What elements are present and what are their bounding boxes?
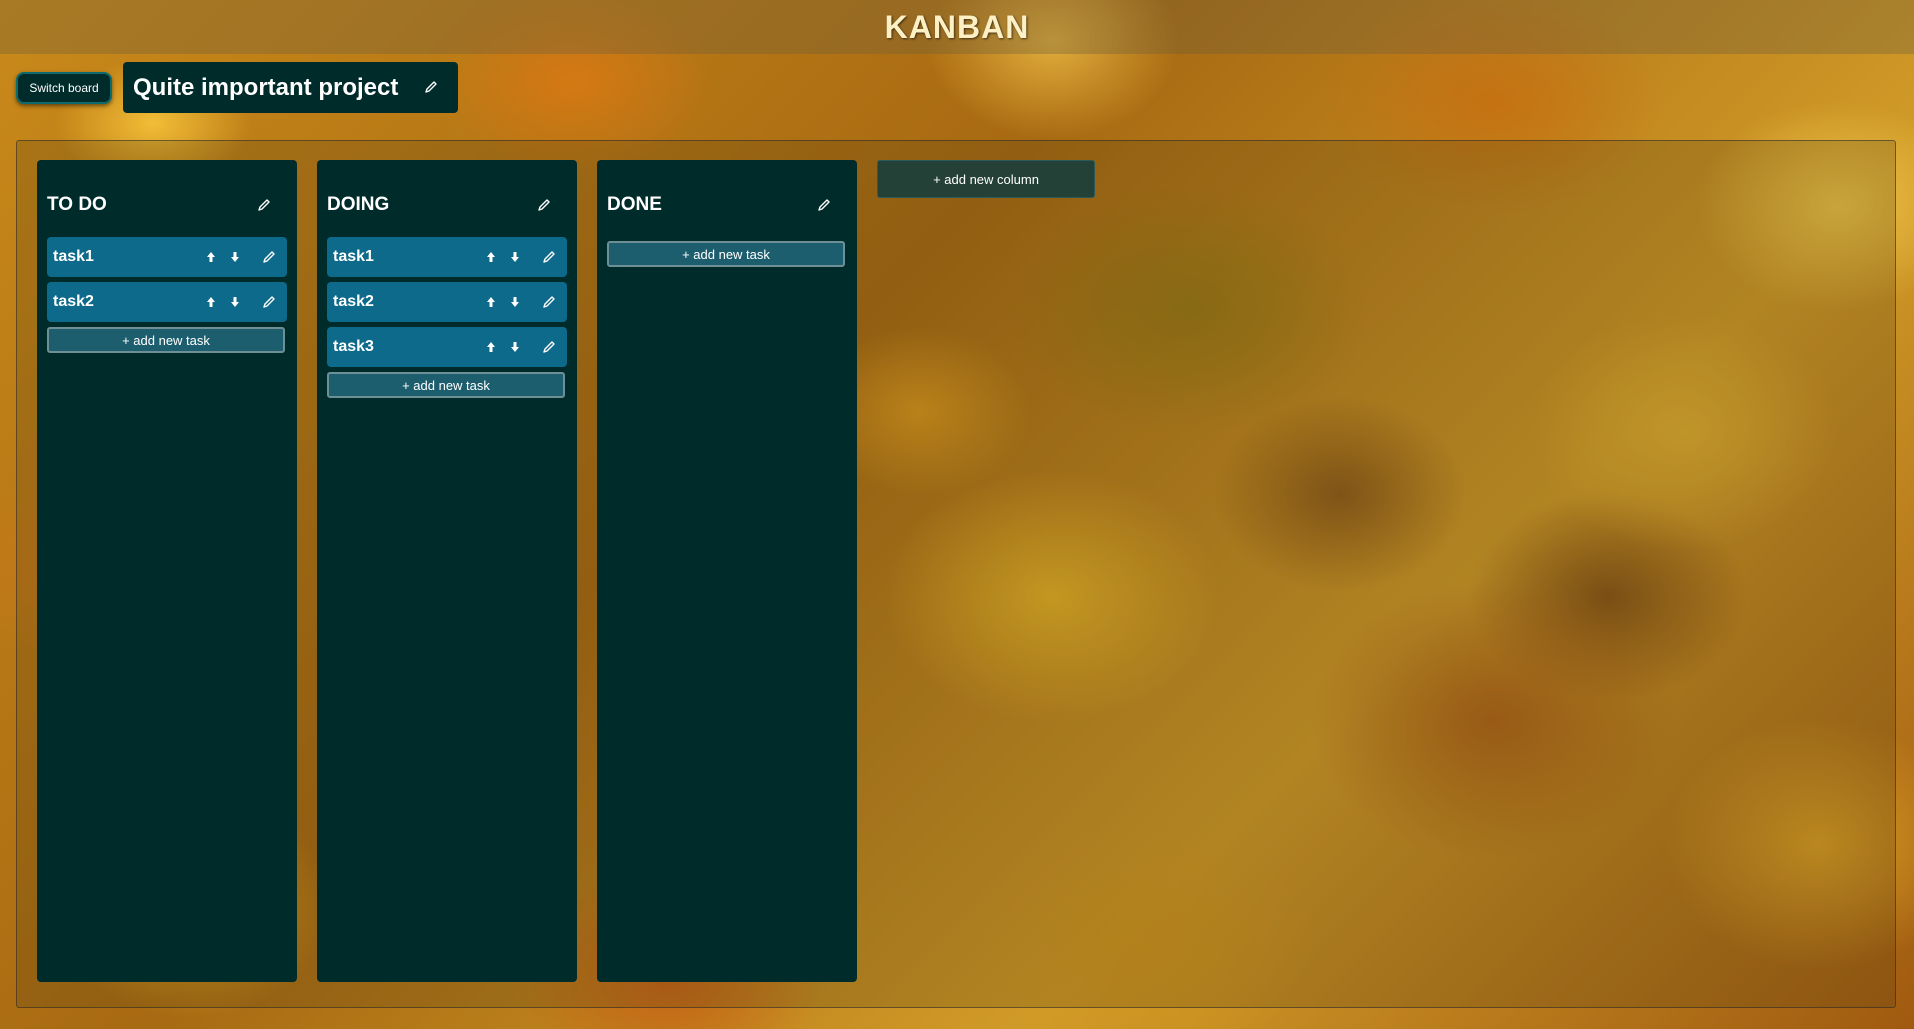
column-header: DONE <box>607 190 847 220</box>
arrow-down-icon[interactable] <box>227 294 243 310</box>
column-doing: DOING task1 task2 task3 + add new task <box>317 160 577 982</box>
pencil-icon[interactable] <box>255 196 273 214</box>
column-title: DOING <box>327 194 390 215</box>
arrow-up-icon[interactable] <box>483 294 499 310</box>
arrow-down-icon[interactable] <box>507 249 523 265</box>
arrow-down-icon[interactable] <box>227 249 243 265</box>
task-controls <box>483 237 557 277</box>
column-header: DOING <box>327 190 567 220</box>
arrow-down-icon[interactable] <box>507 294 523 310</box>
task-name: task1 <box>53 248 94 265</box>
task-name: task3 <box>333 338 374 355</box>
pencil-icon[interactable] <box>541 339 557 355</box>
task-controls <box>483 327 557 367</box>
pencil-icon[interactable] <box>541 249 557 265</box>
arrow-up-icon[interactable] <box>483 249 499 265</box>
pencil-icon[interactable] <box>535 196 553 214</box>
task-card[interactable]: task2 <box>47 282 287 322</box>
task-list: task1 task2 + add new task <box>47 237 287 353</box>
column-done: DONE + add new task <box>597 160 857 982</box>
arrow-up-icon[interactable] <box>203 294 219 310</box>
arrow-up-icon[interactable] <box>203 249 219 265</box>
task-list: task1 task2 task3 + add new task <box>327 237 567 398</box>
task-controls <box>203 282 277 322</box>
task-controls <box>483 282 557 322</box>
task-list: + add new task <box>607 237 847 267</box>
column-header: TO DO <box>47 190 287 220</box>
add-task-button[interactable]: + add new task <box>47 327 285 353</box>
pencil-icon[interactable] <box>541 294 557 310</box>
task-card[interactable]: task1 <box>47 237 287 277</box>
task-name: task2 <box>53 293 94 310</box>
pencil-icon[interactable] <box>261 249 277 265</box>
arrow-up-icon[interactable] <box>483 339 499 355</box>
switch-board-button[interactable]: Switch board <box>16 72 112 104</box>
column-todo: TO DO task1 task2 + add new task <box>37 160 297 982</box>
board-title: Quite important project <box>133 73 399 101</box>
board-title-container: Quite important project <box>123 62 458 113</box>
arrow-down-icon[interactable] <box>507 339 523 355</box>
add-task-button[interactable]: + add new task <box>327 372 565 398</box>
column-title: TO DO <box>47 194 107 215</box>
add-task-button[interactable]: + add new task <box>607 241 845 267</box>
column-title: DONE <box>607 194 662 215</box>
pencil-icon[interactable] <box>815 196 833 214</box>
task-name: task1 <box>333 248 374 265</box>
board-area <box>16 140 1896 1008</box>
task-card[interactable]: task1 <box>327 237 567 277</box>
pencil-icon[interactable] <box>261 294 277 310</box>
pencil-icon[interactable] <box>422 78 440 96</box>
task-name: task2 <box>333 293 374 310</box>
app-title: KANBAN <box>884 8 1030 45</box>
task-controls <box>203 237 277 277</box>
task-card[interactable]: task3 <box>327 327 567 367</box>
task-card[interactable]: task2 <box>327 282 567 322</box>
header-bar: KANBAN <box>0 0 1914 54</box>
add-column-button[interactable]: + add new column <box>877 160 1095 198</box>
